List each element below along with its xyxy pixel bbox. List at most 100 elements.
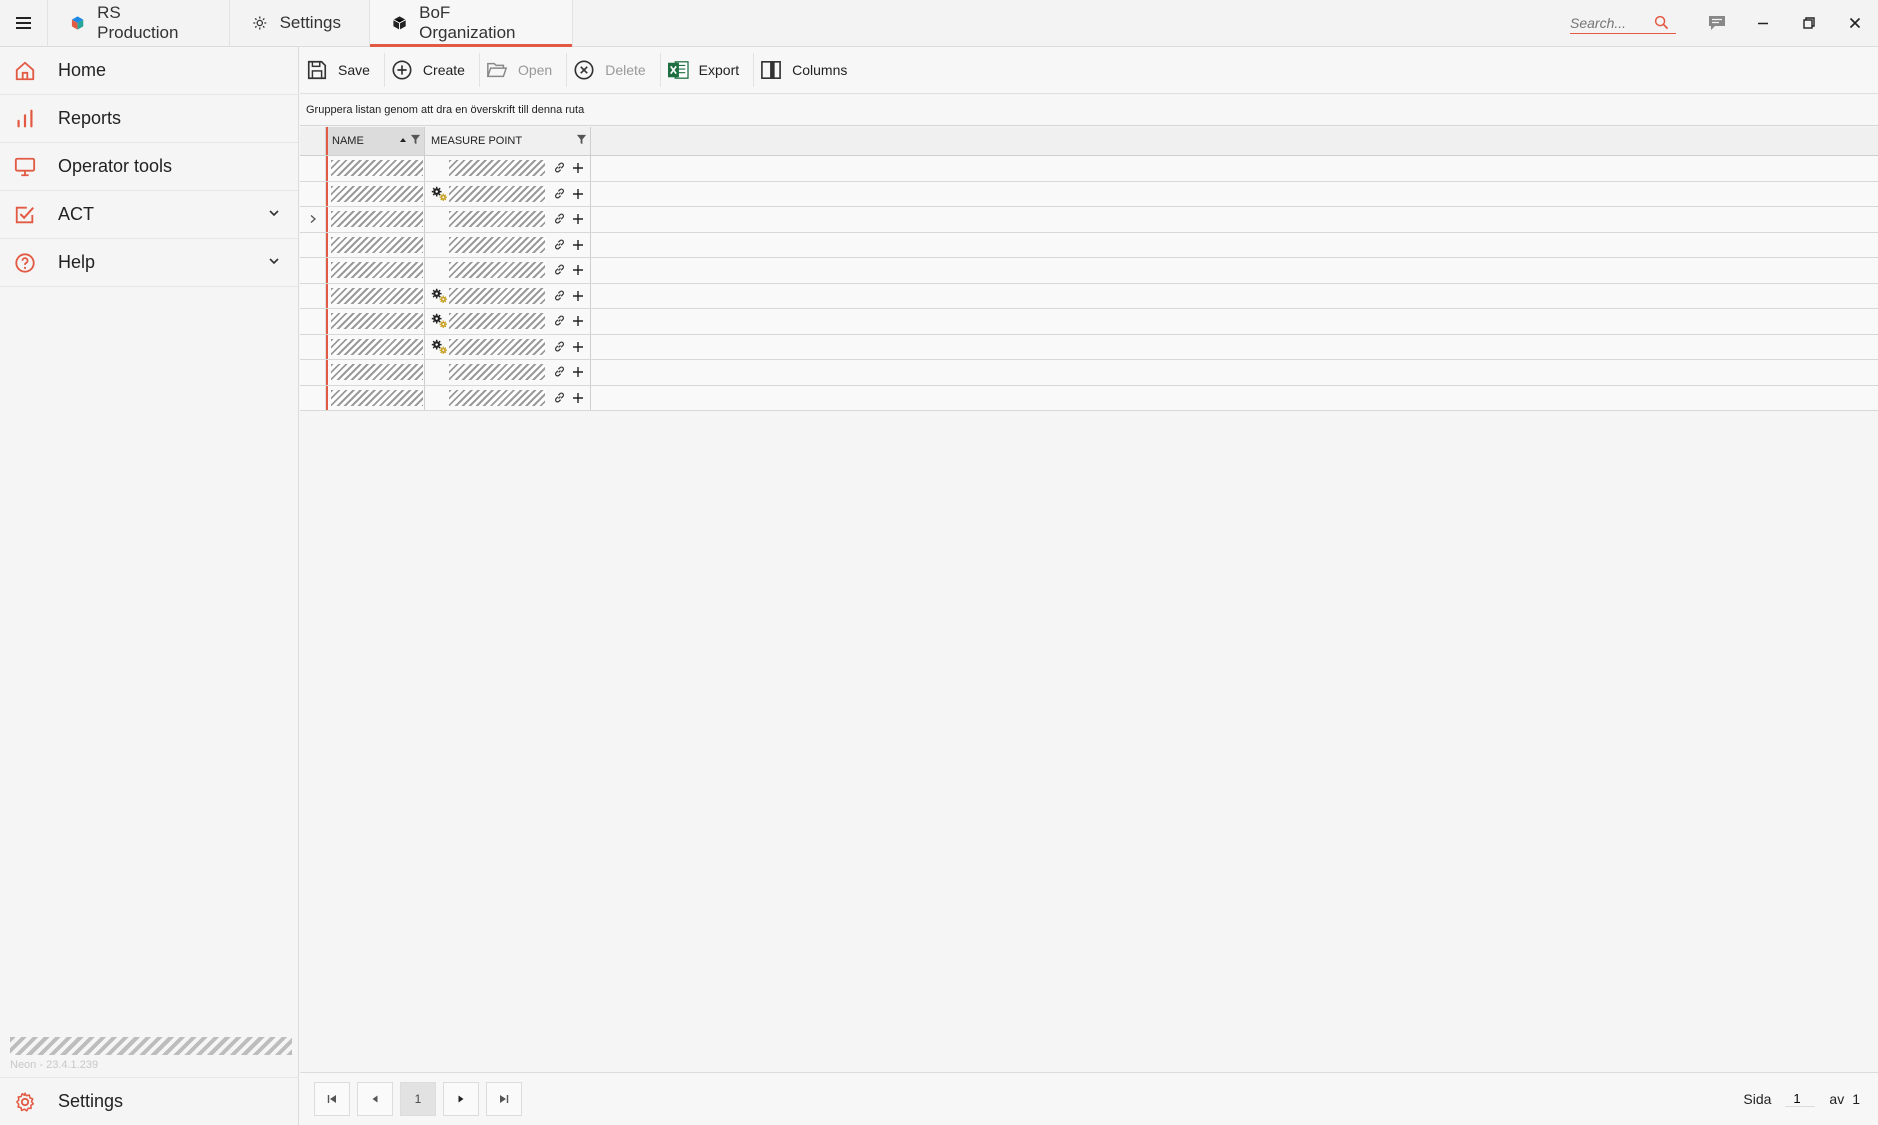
sidebar-item-settings[interactable]: Settings: [0, 1077, 299, 1125]
chat-button[interactable]: [1694, 0, 1740, 46]
table-row[interactable]: [300, 309, 1878, 335]
empty-icon-slot: [429, 159, 449, 177]
table-row[interactable]: [300, 181, 1878, 207]
grid-body: [300, 156, 1878, 411]
save-icon: [307, 60, 327, 80]
measure-point-cell[interactable]: [425, 360, 591, 385]
measure-point-cell[interactable]: [425, 156, 591, 181]
table-row[interactable]: [300, 283, 1878, 309]
name-cell[interactable]: [326, 156, 425, 181]
sidebar-item-home[interactable]: Home: [0, 47, 298, 95]
create-button[interactable]: Create: [385, 53, 480, 87]
name-cell[interactable]: [326, 258, 425, 283]
name-cell[interactable]: [326, 334, 425, 359]
name-cell[interactable]: [326, 232, 425, 257]
sidebar-item-reports[interactable]: Reports: [0, 95, 298, 143]
search-icon[interactable]: [1654, 15, 1669, 30]
link-icon[interactable]: [553, 289, 566, 307]
link-icon[interactable]: [553, 314, 566, 332]
tab-rs-production[interactable]: RS Production: [48, 0, 230, 46]
name-cell[interactable]: [326, 385, 425, 410]
first-page-button[interactable]: [314, 1082, 350, 1116]
sidebar-item-help[interactable]: Help: [0, 239, 298, 287]
name-cell[interactable]: [326, 360, 425, 385]
name-cell[interactable]: [326, 309, 425, 334]
close-button[interactable]: [1832, 0, 1878, 46]
filter-icon[interactable]: [576, 134, 587, 145]
measure-point-cell[interactable]: [425, 334, 591, 359]
table-row[interactable]: [300, 232, 1878, 258]
table-row[interactable]: [300, 334, 1878, 360]
menu-button[interactable]: [0, 0, 48, 46]
link-icon[interactable]: [553, 161, 566, 179]
name-cell[interactable]: [326, 207, 425, 232]
restore-button[interactable]: [1786, 0, 1832, 46]
page-input[interactable]: [1785, 1091, 1816, 1107]
row-indent-cell: [300, 334, 326, 359]
add-icon[interactable]: [572, 263, 584, 281]
export-button[interactable]: Export: [661, 53, 755, 87]
open-button[interactable]: Open: [480, 53, 568, 87]
columns-button[interactable]: Columns: [754, 53, 861, 87]
minimize-button[interactable]: [1740, 0, 1786, 46]
row-indent-cell: [300, 156, 326, 181]
next-page-icon: [458, 1095, 464, 1103]
last-page-button[interactable]: [486, 1082, 522, 1116]
chevron-down-icon[interactable]: [268, 255, 280, 267]
link-icon[interactable]: [553, 391, 566, 409]
delete-button[interactable]: Delete: [567, 53, 661, 87]
row-indent-cell[interactable]: [300, 207, 326, 232]
link-icon[interactable]: [553, 212, 566, 230]
redacted-name: [331, 262, 423, 279]
table-row[interactable]: [300, 385, 1878, 411]
column-header-name[interactable]: NAME: [326, 127, 425, 155]
next-page-button[interactable]: [443, 1082, 479, 1116]
name-cell[interactable]: [326, 181, 425, 206]
link-icon[interactable]: [553, 340, 566, 358]
add-icon[interactable]: [572, 391, 584, 409]
add-icon[interactable]: [572, 289, 584, 307]
search-box[interactable]: [1570, 12, 1676, 34]
table-row[interactable]: [300, 207, 1878, 233]
measure-point-cell[interactable]: [425, 232, 591, 257]
sort-ascending-icon[interactable]: [399, 136, 407, 144]
table-row[interactable]: [300, 360, 1878, 386]
add-icon[interactable]: [572, 314, 584, 332]
hamburger-icon: [15, 17, 31, 29]
toolbar: Save Create Open Delete Export Columns: [300, 47, 1878, 94]
column-header-measure-point[interactable]: MEASURE POINT: [425, 127, 591, 155]
add-icon[interactable]: [572, 212, 584, 230]
measure-point-cell[interactable]: [425, 283, 591, 308]
add-icon[interactable]: [572, 365, 584, 383]
empty-icon-slot: [429, 389, 449, 407]
table-row[interactable]: [300, 156, 1878, 182]
tab-bof-organization[interactable]: BoF Organization: [370, 0, 573, 47]
add-icon[interactable]: [572, 187, 584, 205]
add-icon[interactable]: [572, 340, 584, 358]
measure-point-cell[interactable]: [425, 207, 591, 232]
search-input[interactable]: [1570, 14, 1654, 31]
sidebar-item-operator-tools[interactable]: Operator tools: [0, 143, 298, 191]
chevron-down-icon[interactable]: [268, 207, 280, 219]
chevron-right-icon[interactable]: [309, 214, 317, 224]
measure-point-cell[interactable]: [425, 258, 591, 283]
tab-settings[interactable]: Settings: [230, 0, 370, 46]
page-number-button[interactable]: 1: [400, 1082, 436, 1116]
sidebar-item-act[interactable]: ACT: [0, 191, 298, 239]
name-cell[interactable]: [326, 283, 425, 308]
previous-page-button[interactable]: [357, 1082, 393, 1116]
redacted-name: [331, 185, 423, 202]
add-icon[interactable]: [572, 238, 584, 256]
filter-icon[interactable]: [410, 134, 421, 145]
link-icon[interactable]: [553, 365, 566, 383]
link-icon[interactable]: [553, 263, 566, 281]
link-icon[interactable]: [553, 187, 566, 205]
measure-point-cell[interactable]: [425, 309, 591, 334]
link-icon[interactable]: [553, 238, 566, 256]
group-by-panel[interactable]: Gruppera listan genom att dra en överskr…: [300, 95, 1878, 126]
measure-point-cell[interactable]: [425, 385, 591, 410]
measure-point-cell[interactable]: [425, 181, 591, 206]
save-button[interactable]: Save: [300, 53, 385, 87]
table-row[interactable]: [300, 258, 1878, 284]
add-icon[interactable]: [572, 161, 584, 179]
